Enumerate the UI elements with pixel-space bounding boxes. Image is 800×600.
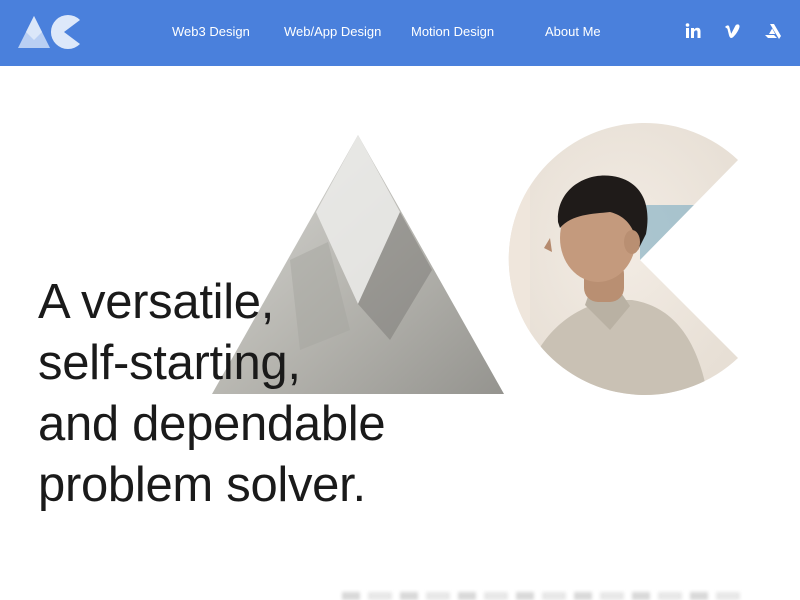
nav-link-about-me[interactable]: About Me	[545, 24, 601, 39]
nav-link-web-app-design[interactable]: Web/App Design	[284, 24, 381, 39]
vimeo-icon[interactable]	[724, 22, 744, 42]
hero-headline: A versatile, self-starting, and dependab…	[38, 272, 458, 516]
blurred-text-line	[342, 592, 742, 600]
headline-line-4: problem solver.	[38, 458, 366, 512]
ac-logo[interactable]	[18, 14, 82, 50]
nav-link-motion-design[interactable]: Motion Design	[411, 24, 494, 39]
headline-line-3: and dependable	[38, 397, 386, 451]
headline-line-1: A versatile,	[38, 275, 275, 329]
artstation-icon[interactable]	[764, 22, 784, 42]
headline-line-2: self-starting,	[38, 336, 301, 390]
nav-link-web3-design[interactable]: Web3 Design	[172, 24, 250, 39]
top-navbar: Web3 Design Web/App Design Motion Design…	[0, 0, 800, 66]
linkedin-icon[interactable]	[684, 22, 704, 42]
